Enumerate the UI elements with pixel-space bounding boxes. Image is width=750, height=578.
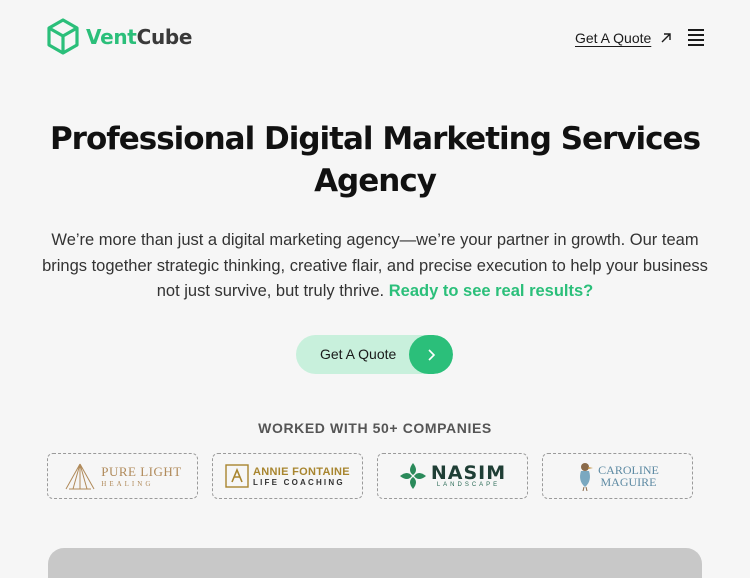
get-quote-button-label: Get A Quote: [320, 346, 397, 362]
bird-emblem-icon: [580, 463, 594, 491]
hero-description: We’re more than just a digital marketing…: [40, 228, 710, 305]
hamburger-menu-icon[interactable]: [688, 29, 704, 46]
client-logo-annie-fontaine: ANNIE FONTAINE LIFE COACHING: [212, 453, 363, 499]
client-logo-nasim: NASIM LANDSCAPE: [377, 453, 528, 499]
logo-wordmark: VentCube: [86, 25, 192, 49]
hero-media-preview: [48, 548, 702, 578]
menu-line: [688, 29, 704, 31]
client-logo-sub: HEALING: [101, 480, 154, 488]
site-header: VentCube Get A Quote: [0, 0, 750, 76]
menu-line: [688, 34, 704, 36]
logo-text-vent: Vent: [86, 25, 137, 49]
client-logos: PURE LIGHT HEALING ANNIE FONTAINE LIFE C…: [47, 453, 693, 499]
client-logo-caroline-maguire: CAROLINE MAGUIRE: [542, 453, 693, 499]
client-logo-name: PURE LIGHT: [101, 464, 182, 479]
arrow-up-right-icon: [661, 33, 671, 43]
nasim-leaf-emblem-icon: [399, 463, 426, 489]
hero-description-text: We’re more than just a digital marketing…: [42, 231, 708, 300]
clients-heading: WORKED WITH 50+ COMPANIES: [258, 420, 492, 436]
cube-logo-icon: [47, 18, 79, 55]
menu-line: [688, 39, 704, 41]
menu-line: [688, 44, 704, 46]
chevron-right-icon: [409, 335, 453, 374]
client-logo-sub: LANDSCAPE: [436, 482, 501, 488]
client-logo-sub: MAGUIRE: [600, 475, 657, 489]
header-get-quote-link[interactable]: Get A Quote: [575, 30, 672, 46]
logo-text-cube: Cube: [136, 25, 193, 49]
header-get-quote-label: Get A Quote: [575, 30, 652, 46]
hero-highlight: Ready to see real results?: [388, 282, 594, 300]
annie-fontaine-emblem-icon: [225, 464, 249, 488]
pure-light-emblem-icon: [65, 463, 95, 490]
client-logo-name: NASIM: [430, 462, 507, 484]
get-quote-button[interactable]: Get A Quote: [296, 335, 453, 374]
client-logo-name: ANNIE FONTAINE: [253, 465, 350, 478]
hero-title: Professional Digital Marketing Services …: [49, 121, 701, 199]
client-logo-sub: LIFE COACHING: [253, 477, 345, 487]
ventcube-logo[interactable]: VentCube: [46, 18, 192, 56]
client-logo-pure-light: PURE LIGHT HEALING: [47, 453, 198, 499]
